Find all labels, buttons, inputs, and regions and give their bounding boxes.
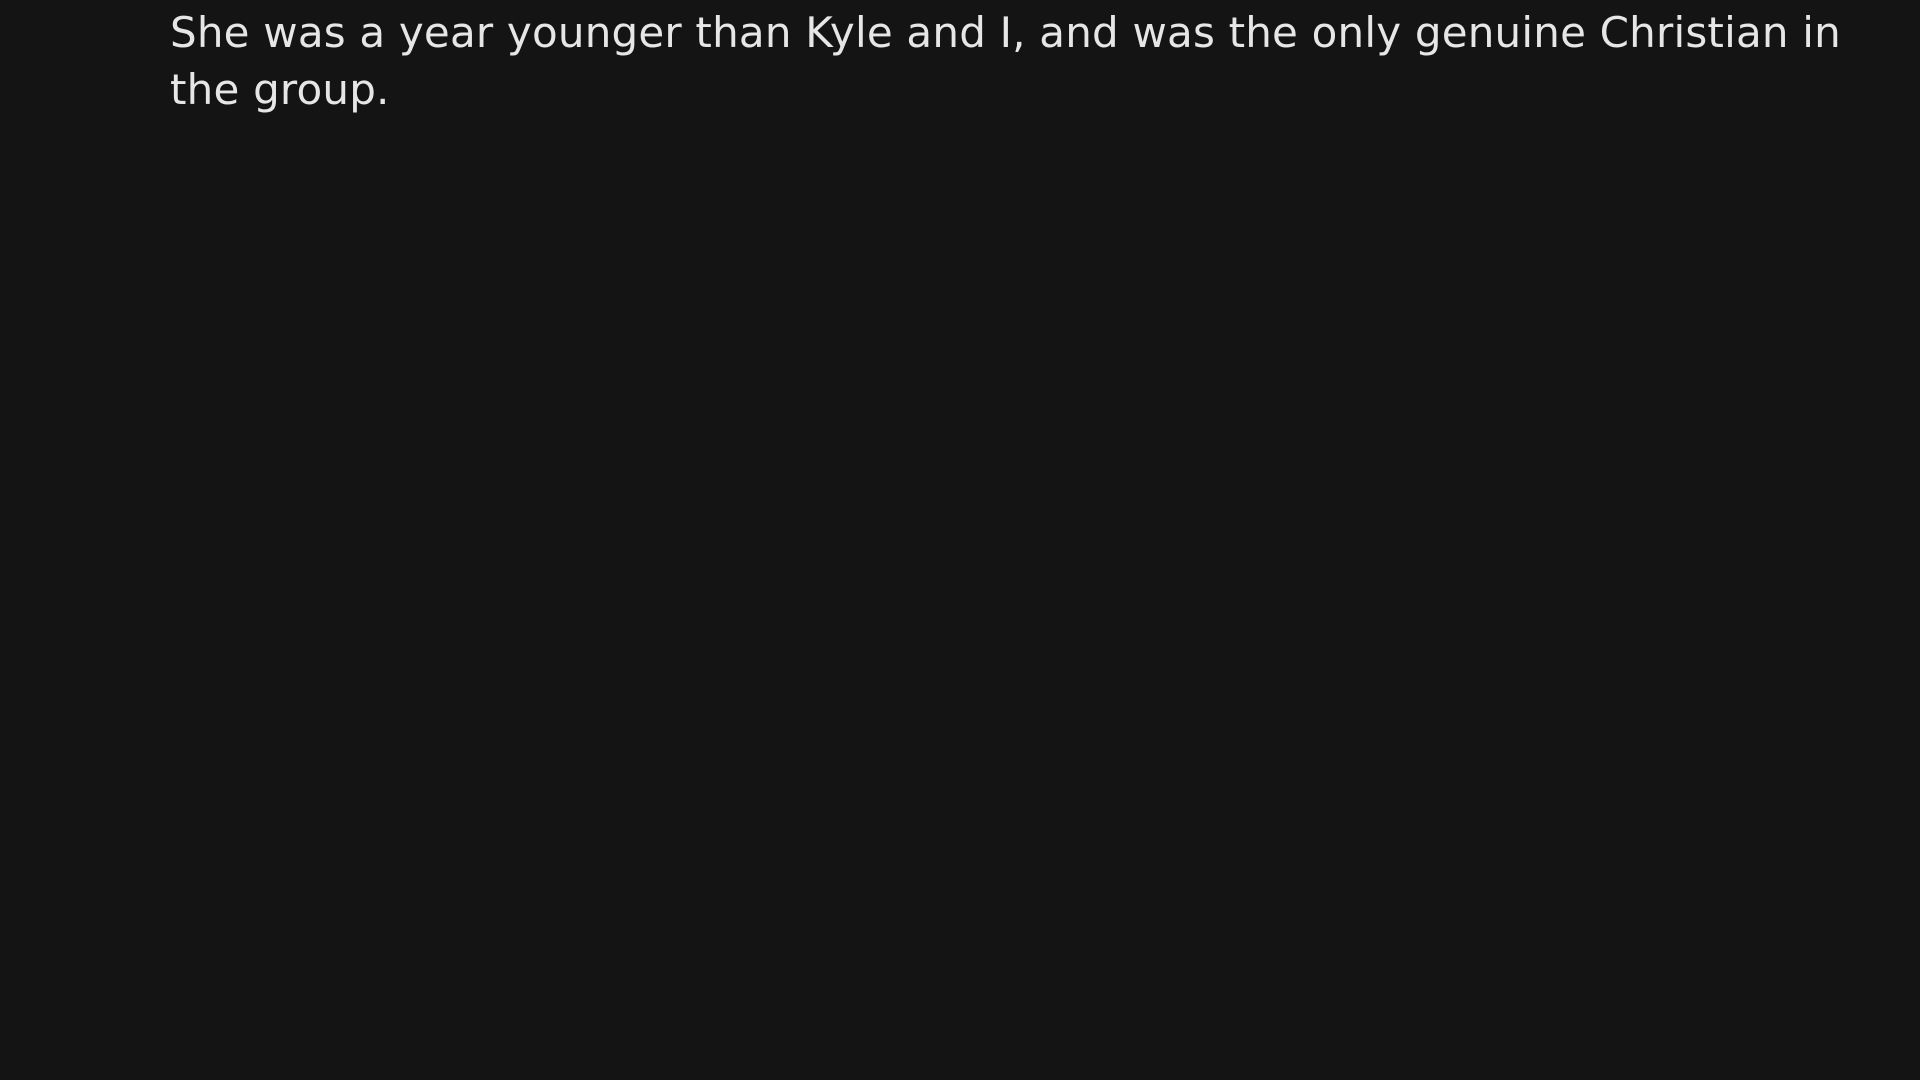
reader-screen: She was a year younger than Kyle and I, … xyxy=(0,0,1920,1080)
story-paragraph: She was a year younger than Kyle and I, … xyxy=(170,8,1841,114)
